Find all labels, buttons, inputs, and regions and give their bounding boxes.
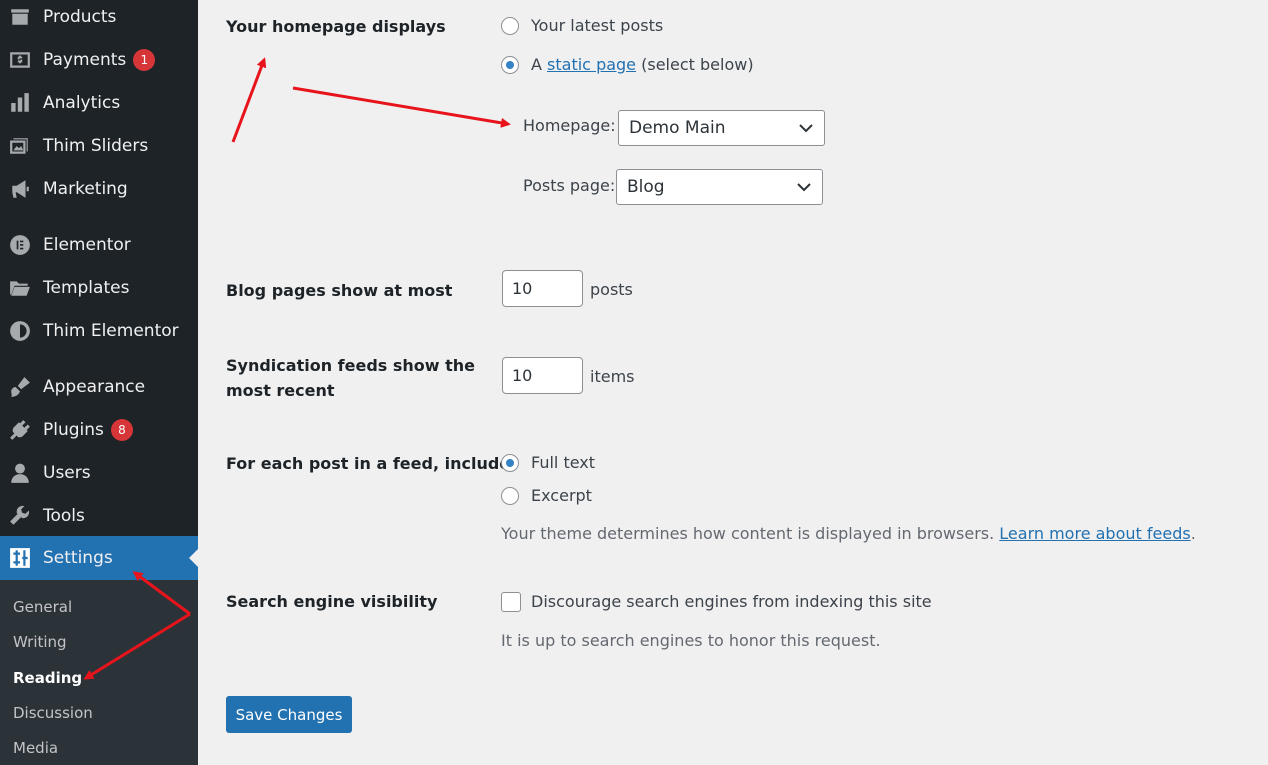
sidebar-item-payments[interactable]: Payments 1 bbox=[0, 40, 198, 80]
sidebar-item-label: Marketing bbox=[43, 179, 128, 199]
homepage-select-label: Homepage: bbox=[523, 116, 616, 135]
wrench-icon bbox=[8, 504, 32, 528]
homepage-displays-label: Your homepage displays bbox=[226, 17, 446, 36]
homepage-select[interactable]: Demo Main bbox=[618, 110, 825, 146]
thim-elementor-icon bbox=[8, 319, 32, 343]
plugin-icon bbox=[8, 418, 32, 442]
sidebar-item-plugins[interactable]: Plugins 8 bbox=[0, 410, 198, 450]
sidebar-item-appearance[interactable]: Appearance bbox=[0, 367, 198, 407]
sidebar-item-thim-sliders[interactable]: Thim Sliders bbox=[0, 126, 198, 166]
sidebar-item-analytics[interactable]: Analytics bbox=[0, 83, 198, 123]
static-page-option[interactable]: A static page (select below) bbox=[531, 55, 754, 74]
payments-count-badge: 1 bbox=[133, 49, 156, 71]
arrow-to-homepage-label bbox=[231, 57, 267, 143]
homepage-select-value: Demo Main bbox=[629, 118, 726, 138]
sidebar-item-tools[interactable]: Tools bbox=[0, 496, 198, 536]
sidebar-item-label: Plugins bbox=[43, 420, 104, 440]
sidebar-item-label: Appearance bbox=[43, 377, 146, 397]
syndication-value: 10 bbox=[512, 366, 533, 385]
products-icon bbox=[8, 5, 32, 29]
save-changes-button[interactable]: Save Changes bbox=[226, 696, 352, 733]
sidebar-item-thim-elementor[interactable]: Thim Elementor bbox=[0, 311, 198, 351]
static-page-link[interactable]: static page bbox=[547, 55, 636, 74]
posts-page-select-value: Blog bbox=[627, 177, 665, 197]
feed-include-label: For each post in a feed, include bbox=[226, 454, 511, 473]
sidebar-item-marketing[interactable]: Marketing bbox=[0, 169, 198, 209]
plugins-count-badge: 8 bbox=[110, 419, 133, 441]
static-page-prefix: A bbox=[531, 55, 542, 74]
settings-submenu: General Writing Reading Discussion Media bbox=[0, 580, 198, 765]
submenu-discussion[interactable]: Discussion bbox=[13, 704, 93, 722]
syndication-input[interactable]: 10 bbox=[502, 357, 583, 394]
chevron-down-icon bbox=[797, 183, 811, 192]
sidebar-item-label: Thim Elementor bbox=[43, 321, 179, 341]
sidebar-item-templates[interactable]: Templates bbox=[0, 268, 198, 308]
syndication-label-line2: most recent bbox=[226, 381, 335, 400]
search-visibility-description: It is up to search engines to honor this… bbox=[501, 631, 881, 650]
posts-page-select[interactable]: Blog bbox=[616, 169, 823, 205]
sidebar-item-settings[interactable]: Settings bbox=[0, 536, 198, 580]
sidebar-item-label: Payments bbox=[43, 50, 127, 70]
full-text-label[interactable]: Full text bbox=[531, 453, 595, 472]
static-page-suffix: (select below) bbox=[641, 55, 754, 74]
elementor-icon bbox=[8, 233, 32, 257]
sliders-icon bbox=[8, 134, 32, 158]
search-visibility-label: Search engine visibility bbox=[226, 592, 438, 611]
user-icon bbox=[8, 461, 32, 485]
submenu-media[interactable]: Media bbox=[13, 739, 58, 757]
payments-icon bbox=[8, 48, 32, 72]
submenu-general[interactable]: General bbox=[13, 598, 72, 616]
brush-icon bbox=[8, 375, 32, 399]
sidebar-item-products[interactable]: Products bbox=[0, 0, 198, 37]
feed-description: Your theme determines how content is dis… bbox=[501, 524, 1196, 543]
static-page-radio[interactable] bbox=[501, 56, 519, 74]
discourage-search-checkbox[interactable] bbox=[501, 592, 521, 612]
arrow-to-homepage-select bbox=[292, 86, 511, 128]
syndication-unit: items bbox=[590, 367, 635, 386]
latest-posts-radio[interactable] bbox=[501, 17, 519, 35]
posts-page-select-label: Posts page: bbox=[523, 176, 616, 195]
full-text-radio[interactable] bbox=[501, 454, 519, 472]
blog-pages-label: Blog pages show at most bbox=[226, 281, 453, 300]
sidebar-item-label: Elementor bbox=[43, 235, 131, 255]
blog-pages-value: 10 bbox=[512, 279, 533, 298]
analytics-icon bbox=[8, 91, 32, 115]
sidebar-item-label: Settings bbox=[43, 548, 113, 568]
sidebar-item-label: Analytics bbox=[43, 93, 121, 113]
blog-pages-input[interactable]: 10 bbox=[502, 270, 583, 307]
sidebar-item-label: Products bbox=[43, 7, 117, 27]
blog-pages-unit: posts bbox=[590, 280, 633, 299]
sidebar-item-elementor[interactable]: Elementor bbox=[0, 225, 198, 265]
submenu-reading[interactable]: Reading bbox=[13, 669, 82, 687]
sidebar-item-label: Templates bbox=[43, 278, 130, 298]
latest-posts-label[interactable]: Your latest posts bbox=[531, 16, 663, 35]
sidebar-item-label: Users bbox=[43, 463, 91, 483]
feed-description-suffix: . bbox=[1190, 524, 1196, 543]
submenu-writing[interactable]: Writing bbox=[13, 633, 67, 651]
folder-icon bbox=[8, 276, 32, 300]
settings-icon bbox=[8, 546, 32, 570]
sidebar-item-label: Thim Sliders bbox=[43, 136, 149, 156]
sidebar-item-label: Tools bbox=[43, 506, 85, 526]
sidebar-item-users[interactable]: Users bbox=[0, 453, 198, 493]
megaphone-icon bbox=[8, 177, 32, 201]
excerpt-label[interactable]: Excerpt bbox=[531, 486, 592, 505]
discourage-search-label[interactable]: Discourage search engines from indexing … bbox=[531, 592, 932, 611]
chevron-down-icon bbox=[799, 124, 813, 133]
admin-sidebar: Products Payments 1 Analytics Thim Slide… bbox=[0, 0, 198, 765]
active-menu-pointer bbox=[189, 549, 198, 567]
feed-description-text: Your theme determines how content is dis… bbox=[501, 524, 995, 543]
learn-more-feeds-link[interactable]: Learn more about feeds bbox=[999, 524, 1190, 543]
excerpt-radio[interactable] bbox=[501, 487, 519, 505]
syndication-label-line1: Syndication feeds show the bbox=[226, 356, 476, 375]
